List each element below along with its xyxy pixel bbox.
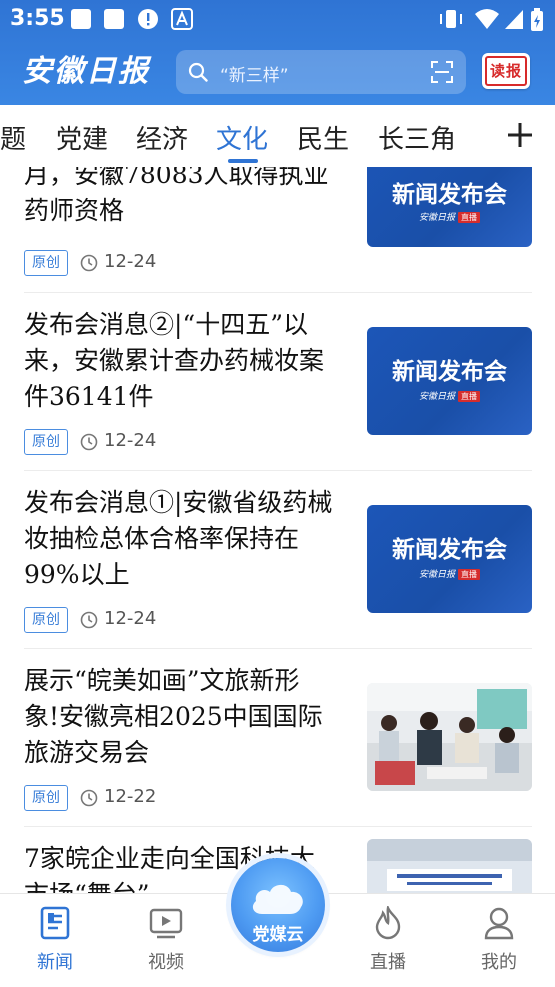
nav-live[interactable]: 直播 xyxy=(338,894,438,987)
divider xyxy=(24,826,532,827)
thumb-sub: 安徽日报 直播 xyxy=(367,389,532,402)
news-thumbnail: 新闻发布会 安徽日报 直播 xyxy=(367,327,532,435)
thumb-sub-text: 安徽日报 xyxy=(418,570,455,580)
nav-label: 新闻 xyxy=(37,952,73,973)
wifi-icon xyxy=(475,9,499,29)
active-tab-indicator xyxy=(228,159,258,163)
clock-icon xyxy=(80,789,98,807)
news-title: 发布会消息①|安徽省级药械妆抽检总体合格率保持在99%以上 xyxy=(24,488,333,589)
nav-label: 我的 xyxy=(481,952,517,973)
video-icon xyxy=(149,908,183,939)
clock-icon xyxy=(80,611,98,629)
nav-news[interactable]: 新闻 xyxy=(5,894,105,987)
expo-photo xyxy=(367,683,532,791)
news-date: 12-24 xyxy=(104,430,157,451)
scan-icon[interactable] xyxy=(430,60,454,84)
thumb-live-tag: 直播 xyxy=(458,212,480,223)
original-badge: 原创 xyxy=(24,785,68,811)
search-icon xyxy=(188,62,208,82)
news-icon xyxy=(40,906,70,940)
channel-tabs: 题 党建 经济 文化 民生 长三角 xyxy=(0,105,555,167)
divider xyxy=(24,292,532,293)
plus-icon[interactable] xyxy=(506,121,534,149)
tab-party-building[interactable]: 党建 xyxy=(56,119,108,156)
thumb-sub-text: 安徽日报 xyxy=(418,213,455,223)
status-time: 3:55 xyxy=(10,6,65,31)
signal-icon xyxy=(505,10,523,29)
news-title: 月，安徽78083人取得执业药师资格 xyxy=(24,167,329,225)
divider xyxy=(24,470,532,471)
clock-icon xyxy=(80,433,98,451)
cloud-icon xyxy=(252,884,303,914)
alert-icon xyxy=(138,9,158,29)
news-title: 发布会消息②|“十四五”以来，安徽累计查办药械妆案件36141件 xyxy=(24,310,325,411)
clock-icon xyxy=(80,254,98,272)
original-badge: 原创 xyxy=(24,250,68,276)
thumb-sub: 安徽日报 直播 xyxy=(367,567,532,580)
news-item[interactable]: 发布会消息①|安徽省级药械妆抽检总体合格率保持在99%以上 原创 12-24 新… xyxy=(0,483,555,661)
search-placeholder: “新三样” xyxy=(220,66,289,86)
thumb-live-tag: 直播 xyxy=(458,391,480,402)
news-thumbnail: 新闻发布会 安徽日报 直播 xyxy=(367,505,532,613)
news-photo xyxy=(367,839,532,893)
search-bar[interactable]: “新三样” xyxy=(176,50,466,94)
original-badge: 原创 xyxy=(24,429,68,455)
thumb-title: 新闻发布会 xyxy=(392,182,507,208)
thumb-title: 新闻发布会 xyxy=(392,537,507,563)
notification-icon xyxy=(71,9,91,29)
flame-icon xyxy=(375,906,401,940)
tab-livelihood[interactable]: 民生 xyxy=(297,119,349,156)
read-paper-button[interactable]: 读报 xyxy=(482,53,530,89)
tab-partial[interactable]: 题 xyxy=(0,119,26,156)
brand-logo: 安徽日报 xyxy=(22,54,150,89)
news-date: 12-24 xyxy=(104,608,157,629)
tab-culture[interactable]: 文化 xyxy=(216,119,268,156)
read-paper-label: 读报 xyxy=(485,56,527,86)
status-bar: 3:55 xyxy=(0,0,555,38)
tab-economy[interactable]: 经济 xyxy=(136,119,188,156)
conference-photo xyxy=(367,839,532,893)
nav-label: 直播 xyxy=(370,952,406,973)
news-item[interactable]: 发布会消息②|“十四五”以来，安徽累计查办药械妆案件36141件 原创 12-2… xyxy=(0,305,555,483)
font-icon xyxy=(171,8,193,30)
battery-icon xyxy=(531,8,543,31)
news-date: 12-22 xyxy=(104,786,157,807)
news-date: 12-24 xyxy=(104,251,157,272)
original-badge: 原创 xyxy=(24,607,68,633)
vibrate-icon xyxy=(440,10,462,28)
news-list: 月，安徽78083人取得执业药师资格 原创 12-24 新闻发布会 安徽日报 直播… xyxy=(0,167,555,893)
nav-label: 党媒云 xyxy=(252,925,304,945)
notification-icon xyxy=(104,9,124,29)
thumb-sub-text: 安徽日报 xyxy=(418,392,455,402)
thumb-title: 新闻发布会 xyxy=(392,359,507,385)
nav-mine[interactable]: 我的 xyxy=(449,894,549,987)
news-thumbnail: 新闻发布会 安徽日报 直播 xyxy=(367,167,532,247)
party-media-cloud-button[interactable]: 党媒云 xyxy=(231,858,325,952)
news-item[interactable]: 展示“皖美如画”文旅新形象!安徽亮相2025中国国际旅游交易会 原创 12-22 xyxy=(0,661,555,839)
thumb-sub: 安徽日报 直播 xyxy=(367,210,532,223)
divider xyxy=(24,648,532,649)
tab-yangtze-delta[interactable]: 长三角 xyxy=(378,119,456,156)
news-photo xyxy=(367,683,532,791)
nav-label: 视频 xyxy=(148,952,184,973)
news-title: 展示“皖美如画”文旅新形象!安徽亮相2025中国国际旅游交易会 xyxy=(24,666,323,767)
thumb-live-tag: 直播 xyxy=(458,569,480,580)
nav-video[interactable]: 视频 xyxy=(116,894,216,987)
user-icon xyxy=(484,907,514,940)
app-header: 3:55 安徽日报 “新三样” 读报 xyxy=(0,0,555,105)
